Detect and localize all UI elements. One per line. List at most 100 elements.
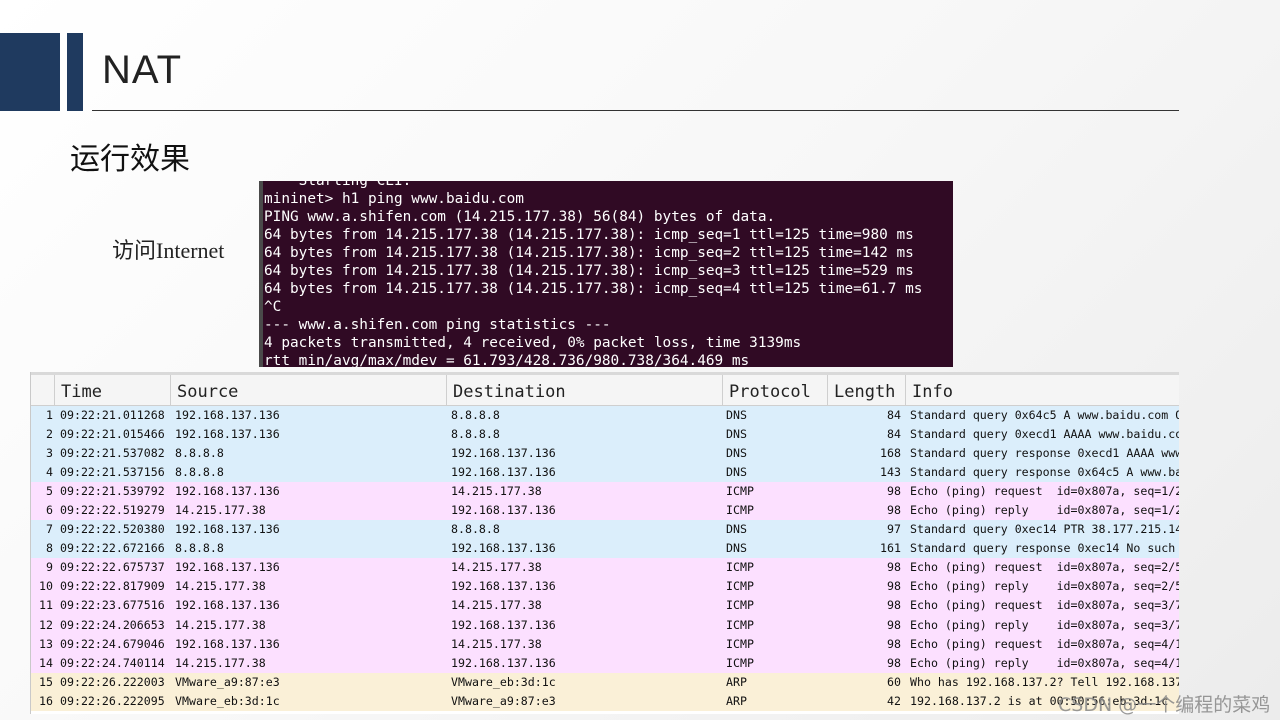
packet-number: 7 <box>46 522 53 537</box>
packet-source: 192.168.137.136 <box>175 408 280 422</box>
table-row[interactable]: 8 09:22:22.672166 8.8.8.8 192.168.137.136 DN… <box>31 539 1179 559</box>
packet-number: 8 <box>46 541 53 556</box>
column-header-protocol[interactable]: Protocol <box>722 375 827 406</box>
terminal-line: --- www.a.shifen.com ping statistics --- <box>264 317 611 333</box>
table-row[interactable]: 16 09:22:26.222095 VMware_eb:3d:1c VMware_a… <box>31 691 1179 711</box>
packet-number: 2 <box>46 427 53 442</box>
packet-destination: 192.168.137.136 <box>451 541 556 556</box>
table-row[interactable]: 3 09:22:21.537082 8.8.8.8 192.168.137.136 DN… <box>31 444 1179 464</box>
column-header-time[interactable]: Time <box>54 375 170 406</box>
watermark: CSDN @一个编程的菜鸡 <box>1058 694 1271 716</box>
packet-source: VMware_a9:87:e3 <box>175 674 280 689</box>
packet-destination: VMware_a9:87:e3 <box>451 693 556 708</box>
packet-protocol: ICMP <box>726 503 754 518</box>
packet-length: 60 <box>887 674 901 689</box>
title-divider <box>92 110 1179 111</box>
packet-length: 98 <box>887 503 901 518</box>
packet-length: 97 <box>887 522 901 537</box>
side-label: 访问Internet <box>112 238 225 263</box>
packet-protocol: ARP <box>726 693 747 708</box>
slide-subtitle: 运行效果 <box>70 142 190 177</box>
packet-info: Standard query response 0x64c5 A www.ba <box>910 465 1179 480</box>
packet-length: 98 <box>887 655 901 670</box>
table-row[interactable]: 13 09:22:24.679046 192.168.137.136 14.215.1… <box>31 634 1179 654</box>
packet-length: 143 <box>880 465 901 480</box>
packet-length: 98 <box>887 484 901 499</box>
title-accent-block <box>0 33 60 111</box>
packet-number: 6 <box>46 503 53 518</box>
packet-length: 98 <box>887 636 901 651</box>
packet-number: 9 <box>46 560 53 575</box>
packet-info: Standard query response 0xec14 No such <box>910 541 1176 556</box>
terminal-line: 64 bytes from 14.215.177.38 (14.215.177.… <box>264 281 923 297</box>
packet-info: Standard query 0xec14 PTR 38.177.215.14 <box>910 522 1179 537</box>
packet-destination: VMware_eb:3d:1c <box>451 674 556 689</box>
terminal-line: 4 packets transmitted, 4 received, 0% pa… <box>264 335 802 351</box>
column-header-info[interactable]: Info <box>905 375 1179 406</box>
packet-length: 84 <box>887 408 901 422</box>
packet-info: Echo (ping) request id=0x807a, seq=3/7 <box>910 598 1179 613</box>
packet-source: 192.168.137.136 <box>175 636 280 651</box>
table-row[interactable]: 2 09:22:21.015466 192.168.137.136 8.8.8.8 DN… <box>31 425 1179 445</box>
table-row[interactable]: 1 09:22:21.011268 192.168.137.136 8.8.8.8 DN… <box>31 406 1179 426</box>
packet-info: Standard query response 0xecd1 AAAA www <box>910 446 1179 461</box>
packet-source: 8.8.8.8 <box>175 541 224 556</box>
packet-source: 192.168.137.136 <box>175 427 280 442</box>
packet-protocol: ICMP <box>726 636 754 651</box>
packet-info: Standard query 0x64c5 A www.baidu.com O <box>910 408 1179 422</box>
packet-number: 13 <box>39 636 53 651</box>
packet-protocol: ICMP <box>726 579 754 594</box>
packet-protocol: DNS <box>726 427 747 442</box>
packet-destination: 14.215.177.38 <box>451 636 542 651</box>
terminal-line: 64 bytes from 14.215.177.38 (14.215.177.… <box>264 245 914 261</box>
table-row[interactable]: 6 09:22:22.519279 14.215.177.38 192.168.137… <box>31 501 1179 521</box>
terminal-line: ^C <box>264 299 282 315</box>
terminal-line: PING www.a.shifen.com (14.215.177.38) 56… <box>264 209 776 225</box>
packet-length: 98 <box>887 560 901 575</box>
packet-rows: 1 09:22:21.011268 192.168.137.136 8.8.8.8 DN… <box>31 406 1179 711</box>
table-row[interactable]: 11 09:22:23.677516 192.168.137.136 14.215.1… <box>31 596 1179 616</box>
column-header-length[interactable]: Length <box>827 375 905 406</box>
packet-list-header: Time Source Destination Protocol Length … <box>31 372 1179 406</box>
packet-source: 192.168.137.136 <box>175 522 280 537</box>
packet-destination: 8.8.8.8 <box>451 408 500 422</box>
table-row[interactable]: 15 09:22:26.222003 VMware_a9:87:e3 VMware_e… <box>31 672 1179 692</box>
packet-destination: 192.168.137.136 <box>451 655 556 670</box>
packet-source: 192.168.137.136 <box>175 598 280 613</box>
packet-number: 16 <box>39 693 53 708</box>
terminal-screenshot: *** Starting CLI: mininet> h1 ping www.ba… <box>259 181 953 367</box>
terminal-line: 64 bytes from 14.215.177.38 (14.215.177.… <box>264 263 914 279</box>
packet-destination: 8.8.8.8 <box>451 522 500 537</box>
table-row[interactable]: 7 09:22:22.520380 192.168.137.136 8.8.8.8 DN… <box>31 520 1179 540</box>
packet-protocol: DNS <box>726 465 747 480</box>
packet-source: 14.215.177.38 <box>175 503 266 518</box>
column-header-source[interactable]: Source <box>170 375 446 406</box>
packet-info: Echo (ping) request id=0x807a, seq=1/2 <box>910 484 1179 499</box>
table-row[interactable]: 10 09:22:22.817909 14.215.177.38 192.168.13… <box>31 577 1179 597</box>
terminal-line: *** Starting CLI: <box>264 181 412 189</box>
packet-protocol: DNS <box>726 446 747 461</box>
table-row[interactable]: 4 09:22:21.537156 8.8.8.8 192.168.137.136 DN… <box>31 463 1179 483</box>
packet-list: Time Source Destination Protocol Length … <box>30 372 1179 714</box>
table-row[interactable]: 9 09:22:22.675737 192.168.137.136 14.215.17… <box>31 558 1179 578</box>
terminal-output: *** Starting CLI: mininet> h1 ping www.ba… <box>264 181 922 367</box>
column-header-destination[interactable]: Destination <box>446 375 722 406</box>
packet-number: 11 <box>39 598 53 613</box>
packet-info: Echo (ping) reply id=0x807a, seq=2/5 <box>910 579 1179 594</box>
packet-length: 84 <box>887 427 901 442</box>
terminal-line: rtt min/avg/max/mdev = 61.793/428.736/98… <box>264 353 750 367</box>
packet-source: 8.8.8.8 <box>175 465 224 480</box>
packet-destination: 192.168.137.136 <box>451 617 556 632</box>
packet-info: Standard query 0xecd1 AAAA www.baidu.co <box>910 427 1179 442</box>
packet-info: Echo (ping) reply id=0x807a, seq=1/2 <box>910 503 1179 518</box>
packet-length: 161 <box>880 541 901 556</box>
packet-destination: 192.168.137.136 <box>451 465 556 480</box>
packet-number: 5 <box>46 484 53 499</box>
table-row[interactable]: 12 09:22:24.206653 14.215.177.38 192.168.13… <box>31 615 1179 635</box>
packet-protocol: ARP <box>726 674 747 689</box>
packet-destination: 14.215.177.38 <box>451 484 542 499</box>
table-row[interactable]: 5 09:22:21.539792 192.168.137.136 14.215.17… <box>31 482 1179 502</box>
table-row[interactable]: 14 09:22:24.740114 14.215.177.38 192.168.13… <box>31 653 1179 673</box>
packet-number: 10 <box>39 579 53 594</box>
packet-number: 14 <box>39 655 53 670</box>
